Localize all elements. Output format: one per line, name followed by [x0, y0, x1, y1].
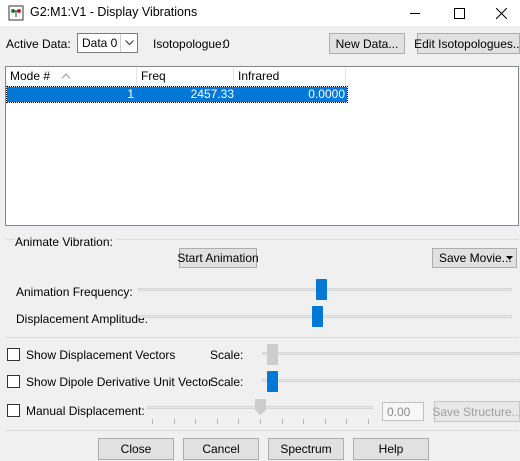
- column-header-mode[interactable]: Mode #: [6, 67, 137, 86]
- start-animation-button[interactable]: Start Animation: [177, 248, 259, 268]
- dipole-scale-track: [262, 379, 520, 382]
- save-structure-button[interactable]: Save Structure...: [432, 401, 520, 422]
- save-movie-button[interactable]: Save Movie...: [432, 248, 517, 268]
- animate-vibration-label: Animate Vibration:: [15, 235, 116, 249]
- animation-frequency-label: Animation Frequency:: [16, 285, 133, 299]
- displacement-scale-slider[interactable]: [267, 344, 278, 365]
- displacement-amplitude-label: Displacement Amplitude:: [16, 312, 149, 326]
- show-dipole-derivative-label: Show Dipole Derivative Unit Vector: [26, 375, 213, 389]
- column-header-infrared[interactable]: Infrared: [234, 67, 346, 86]
- slider-tick: [260, 419, 261, 424]
- app-icon: [8, 5, 24, 21]
- close-button[interactable]: Close: [98, 438, 174, 460]
- chevron-down-icon: [120, 34, 137, 52]
- table-row[interactable]: 1 2457.33 0.0000: [6, 86, 348, 103]
- slider-tick: [325, 419, 326, 424]
- displacement-amplitude-track: [138, 315, 512, 318]
- active-data-value: Data 0: [82, 36, 118, 50]
- footer-divider: [5, 430, 519, 431]
- close-window-button[interactable]: [482, 0, 520, 26]
- manual-displacement-value[interactable]: 0.00: [382, 402, 424, 421]
- show-dipole-derivative-checkbox[interactable]: [7, 375, 20, 388]
- sort-ascending-icon: [61, 73, 71, 79]
- save-movie-label: Save Movie...: [439, 251, 512, 265]
- cell-infrared: 0.0000: [308, 87, 345, 101]
- slider-tick: [195, 419, 196, 424]
- maximize-icon: [453, 7, 465, 19]
- column-header-freq[interactable]: Freq: [137, 67, 234, 86]
- displacement-amplitude-slider[interactable]: [312, 306, 323, 327]
- manual-displacement-checkbox[interactable]: [7, 404, 20, 417]
- slider-tick: [282, 419, 283, 424]
- animation-frequency-slider[interactable]: [316, 279, 327, 300]
- minimize-icon: [410, 12, 420, 14]
- slider-tick: [217, 419, 218, 424]
- manual-displacement-slider[interactable]: [255, 399, 266, 415]
- cell-freq: 2457.33: [190, 87, 234, 101]
- slider-tick: [346, 419, 347, 424]
- new-data-button[interactable]: New Data...: [329, 33, 405, 54]
- edit-isotopologues-button[interactable]: Edit Isotopologues...: [414, 33, 520, 54]
- title-bar: G2:M1:V1 - Display Vibrations: [0, 0, 520, 26]
- slider-tick: [152, 419, 153, 424]
- isotopologue-value: 0: [223, 37, 230, 51]
- cell-mode: 1: [127, 87, 134, 101]
- window-title: G2:M1:V1 - Display Vibrations: [30, 5, 198, 19]
- dipole-scale-label: Scale:: [210, 375, 244, 389]
- slider-tick: [174, 419, 175, 424]
- slider-tick: [303, 419, 304, 424]
- show-displacement-vectors-label: Show Displacement Vectors: [26, 348, 176, 362]
- displacement-scale-track: [262, 352, 520, 355]
- active-data-label: Active Data:: [6, 37, 71, 51]
- show-displacement-vectors-checkbox[interactable]: [7, 348, 20, 361]
- column-header-mode-label: Mode #: [10, 69, 51, 83]
- close-icon: [495, 7, 507, 19]
- dropdown-arrow-icon: [506, 256, 513, 260]
- isotopologue-label: Isotopologue:: [153, 37, 226, 51]
- help-button[interactable]: Help: [353, 438, 429, 460]
- active-data-select[interactable]: Data 0: [77, 33, 138, 53]
- displacement-scale-label: Scale:: [210, 348, 244, 362]
- vibration-mode-list[interactable]: Mode # Freq Infrared 1 2457.33 0.0000: [5, 66, 519, 226]
- minimize-button[interactable]: [396, 0, 434, 26]
- spectrum-button[interactable]: Spectrum: [268, 438, 344, 460]
- cancel-button[interactable]: Cancel: [183, 438, 259, 460]
- dipole-scale-slider[interactable]: [267, 371, 278, 392]
- slider-tick: [368, 419, 369, 424]
- manual-displacement-label: Manual Displacement:: [26, 404, 145, 418]
- slider-tick: [238, 419, 239, 424]
- maximize-button[interactable]: [440, 0, 478, 26]
- group-bottom-divider: [5, 337, 519, 338]
